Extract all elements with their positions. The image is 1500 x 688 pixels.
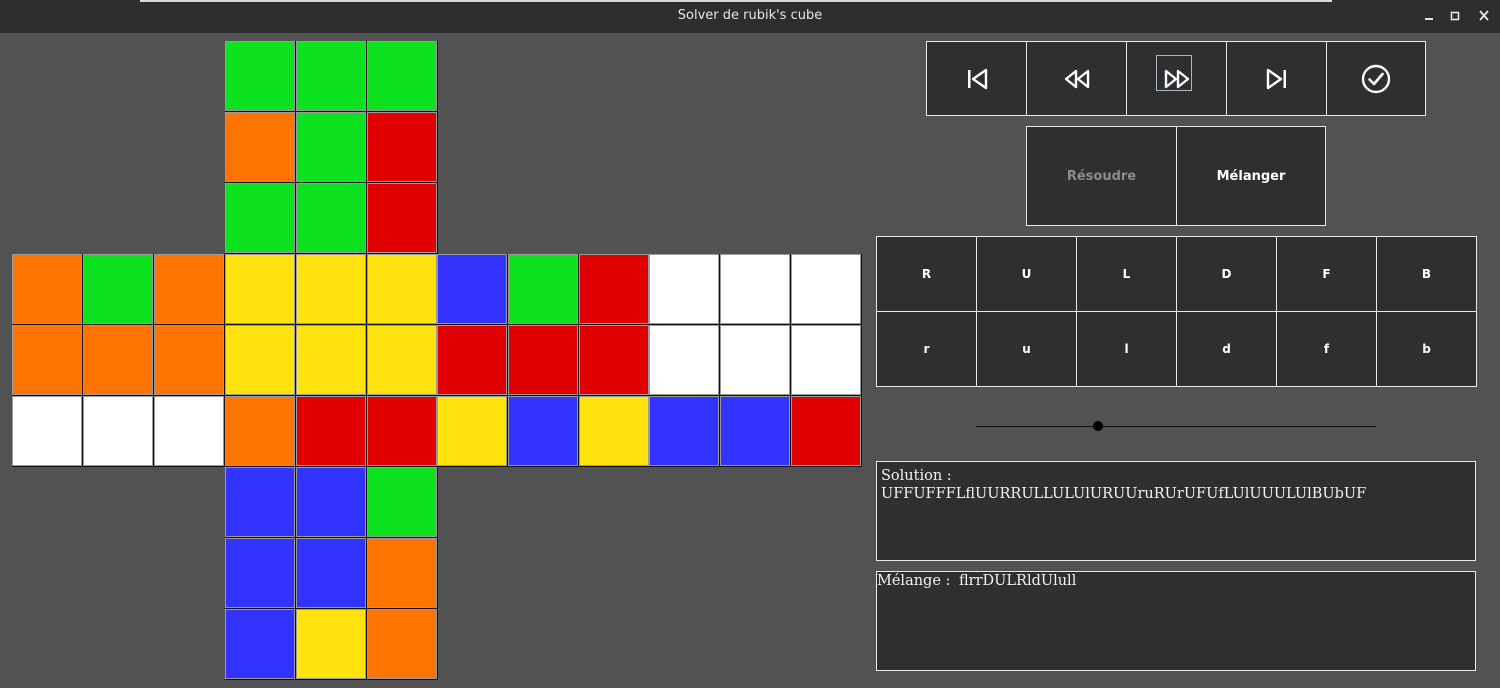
top-sticker-2-0 <box>225 183 295 253</box>
top-sticker-1-2 <box>367 112 437 182</box>
back-sticker-2-2 <box>791 396 861 466</box>
left-sticker-2-0 <box>12 396 82 466</box>
solution-sequence: UFFUFFFLflUURRULLULUlURUUruRUrUFUfLUlUUU… <box>881 486 1367 502</box>
shuffle-label: Mélange : <box>877 573 951 589</box>
back-sticker-1-1 <box>720 325 790 395</box>
bottom-sticker-0-0 <box>225 467 295 537</box>
shuffle-sequence-box[interactable]: Mélange : flrrDULRldUlull <box>876 571 1476 671</box>
top-sticker-1-0 <box>225 112 295 182</box>
left-sticker-1-2 <box>154 325 224 395</box>
top-sticker-0-0 <box>225 41 295 111</box>
bottom-sticker-0-2 <box>367 467 437 537</box>
step-back-button[interactable] <box>1026 41 1127 116</box>
close-icon[interactable] <box>1474 7 1494 25</box>
right-sticker-2-1 <box>508 396 578 466</box>
bottom-sticker-0-1 <box>296 467 366 537</box>
back-sticker-1-2 <box>791 325 861 395</box>
right-sticker-1-1 <box>508 325 578 395</box>
minimize-icon[interactable] <box>1419 7 1439 25</box>
back-sticker-1-0 <box>649 325 719 395</box>
back-sticker-2-0 <box>649 396 719 466</box>
back-sticker-0-2 <box>791 254 861 324</box>
move-button-upper-f[interactable]: F <box>1276 236 1377 312</box>
move-button-upper-l[interactable]: L <box>1076 236 1177 312</box>
front-sticker-1-2 <box>367 325 437 395</box>
go-to-end-button[interactable] <box>1226 41 1327 116</box>
skip-to-end-icon <box>1266 68 1286 89</box>
bottom-sticker-1-1 <box>296 538 366 608</box>
right-sticker-2-2 <box>579 396 649 466</box>
rewind-icon <box>1064 69 1089 88</box>
left-sticker-2-2 <box>154 396 224 466</box>
left-sticker-0-2 <box>154 254 224 324</box>
move-button-upper-d[interactable]: D <box>1176 236 1277 312</box>
top-sticker-0-2 <box>367 41 437 111</box>
speed-slider-handle[interactable] <box>1093 421 1103 431</box>
move-button-lower-l[interactable]: l <box>1076 311 1177 387</box>
skip-to-start-icon <box>967 68 987 89</box>
move-button-lower-f[interactable]: f <box>1276 311 1377 387</box>
right-sticker-1-2 <box>579 325 649 395</box>
top-sticker-2-2 <box>367 183 437 253</box>
right-sticker-0-2 <box>579 254 649 324</box>
left-sticker-1-0 <box>12 325 82 395</box>
bottom-sticker-2-1 <box>296 609 366 679</box>
solution-label: Solution : <box>881 468 952 484</box>
move-button-upper-r[interactable]: R <box>876 236 977 312</box>
back-sticker-0-1 <box>720 254 790 324</box>
step-forward-button[interactable] <box>1126 41 1227 116</box>
shuffle-sequence: flrrDULRldUlull <box>959 573 1077 589</box>
solve-button[interactable]: Résoudre <box>1026 126 1177 226</box>
move-button-lower-b[interactable]: b <box>1376 311 1477 387</box>
move-button-upper-b[interactable]: B <box>1376 236 1477 312</box>
bottom-sticker-1-2 <box>367 538 437 608</box>
front-sticker-0-2 <box>367 254 437 324</box>
bottom-sticker-2-0 <box>225 609 295 679</box>
back-sticker-2-1 <box>720 396 790 466</box>
back-sticker-0-0 <box>649 254 719 324</box>
solution-box[interactable]: Solution : UFFUFFFLflUURRULLULUlURUUruRU… <box>876 461 1476 561</box>
top-sticker-2-1 <box>296 183 366 253</box>
shuffle-button[interactable]: Mélanger <box>1176 126 1326 226</box>
right-sticker-1-0 <box>437 325 507 395</box>
validate-button[interactable] <box>1326 41 1426 116</box>
title-bar: Solver de rubik's cube <box>0 0 1500 33</box>
left-sticker-0-0 <box>12 254 82 324</box>
top-sticker-1-1 <box>296 112 366 182</box>
window-title: Solver de rubik's cube <box>677 8 823 23</box>
bottom-sticker-1-0 <box>225 538 295 608</box>
left-sticker-0-1 <box>83 254 153 324</box>
front-sticker-2-0 <box>225 396 295 466</box>
move-button-lower-d[interactable]: d <box>1176 311 1277 387</box>
bottom-sticker-2-2 <box>367 609 437 679</box>
move-button-upper-u[interactable]: U <box>976 236 1077 312</box>
front-sticker-1-0 <box>225 325 295 395</box>
front-sticker-0-1 <box>296 254 366 324</box>
front-sticker-1-1 <box>296 325 366 395</box>
front-sticker-2-1 <box>296 396 366 466</box>
front-sticker-2-2 <box>367 396 437 466</box>
right-sticker-0-0 <box>437 254 507 324</box>
right-sticker-2-0 <box>437 396 507 466</box>
move-button-lower-u[interactable]: u <box>976 311 1077 387</box>
go-to-start-button[interactable] <box>926 41 1027 116</box>
check-circle-icon <box>1361 64 1391 93</box>
speed-slider-track[interactable] <box>976 426 1376 427</box>
front-sticker-0-0 <box>225 254 295 324</box>
move-button-lower-r[interactable]: r <box>876 311 977 387</box>
left-sticker-1-1 <box>83 325 153 395</box>
maximize-icon[interactable] <box>1445 7 1465 25</box>
focus-ring <box>1156 55 1192 91</box>
left-sticker-2-1 <box>83 396 153 466</box>
title-bar-highlight <box>140 0 1332 2</box>
top-sticker-0-1 <box>296 41 366 111</box>
right-sticker-0-1 <box>508 254 578 324</box>
